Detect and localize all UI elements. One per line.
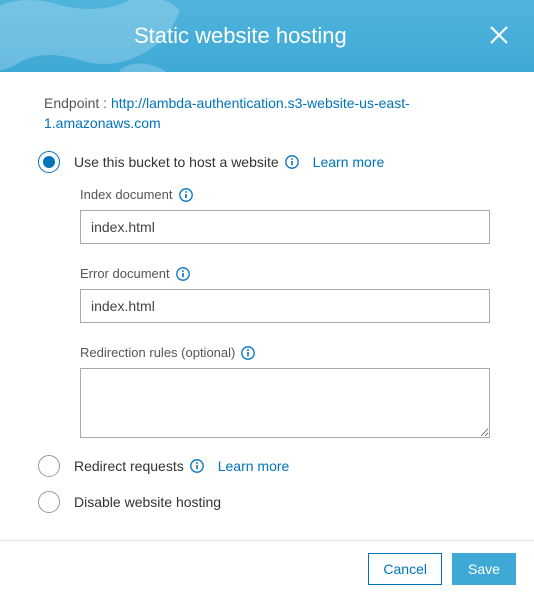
error-doc-label-row: Error document <box>80 266 490 281</box>
host-form: Index document Error document Redirectio… <box>80 187 490 441</box>
dialog-title: Static website hosting <box>134 23 347 49</box>
option-disable-hosting[interactable]: Disable website hosting <box>38 491 490 513</box>
save-button[interactable]: Save <box>452 553 516 585</box>
endpoint-row: Endpoint : http://lambda-authentication.… <box>44 94 490 133</box>
endpoint-label: Endpoint : <box>44 95 111 111</box>
cancel-button[interactable]: Cancel <box>368 553 442 585</box>
error-doc-input[interactable] <box>80 289 490 323</box>
learn-more-link[interactable]: Learn more <box>313 154 385 170</box>
option-redirect-requests[interactable]: Redirect requests Learn more <box>38 455 490 477</box>
redirect-rules-textarea[interactable] <box>80 368 490 438</box>
option-host-label-row: Use this bucket to host a website Learn … <box>74 154 384 170</box>
learn-more-link[interactable]: Learn more <box>218 458 290 474</box>
option-host-label: Use this bucket to host a website <box>74 154 279 170</box>
option-redirect-label: Redirect requests <box>74 458 184 474</box>
info-icon[interactable] <box>241 346 255 360</box>
dialog-footer: Cancel Save <box>0 540 534 597</box>
index-doc-label: Index document <box>80 187 173 202</box>
dialog-header: Static website hosting <box>0 0 534 72</box>
radio-redirect[interactable] <box>38 455 60 477</box>
dialog-body: Endpoint : http://lambda-authentication.… <box>0 72 534 513</box>
dialog: Static website hosting Endpoint : http:/… <box>0 0 534 597</box>
index-doc-input[interactable] <box>80 210 490 244</box>
option-redirect-label-row: Redirect requests Learn more <box>74 458 289 474</box>
option-disable-label-row: Disable website hosting <box>74 494 221 510</box>
info-icon[interactable] <box>176 267 190 281</box>
error-doc-label: Error document <box>80 266 170 281</box>
radio-host[interactable] <box>38 151 60 173</box>
option-host-website[interactable]: Use this bucket to host a website Learn … <box>38 151 490 173</box>
info-icon[interactable] <box>179 188 193 202</box>
redirect-rules-label-row: Redirection rules (optional) <box>80 345 490 360</box>
radio-disable[interactable] <box>38 491 60 513</box>
info-icon[interactable] <box>285 155 299 169</box>
index-doc-label-row: Index document <box>80 187 490 202</box>
info-icon[interactable] <box>190 459 204 473</box>
option-disable-label: Disable website hosting <box>74 494 221 510</box>
close-icon[interactable] <box>488 24 510 49</box>
redirect-rules-label: Redirection rules (optional) <box>80 345 235 360</box>
